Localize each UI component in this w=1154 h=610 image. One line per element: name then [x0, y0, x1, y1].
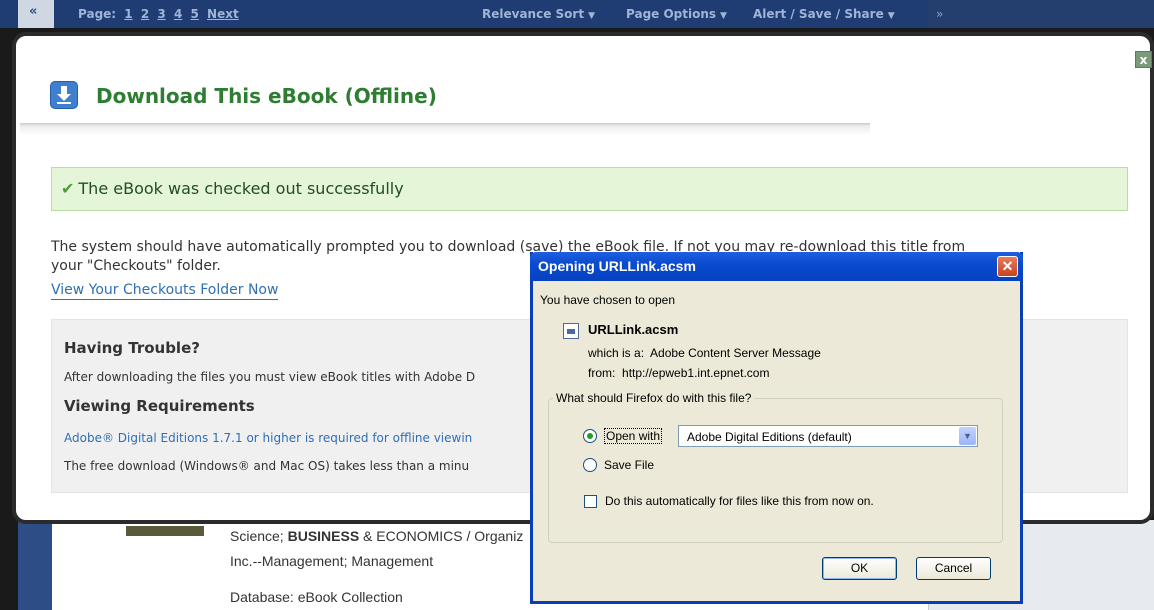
alert-save-share-menu[interactable]: Alert / Save / Share ▼: [753, 7, 895, 21]
dialog-title: Opening URLLink.acsm: [538, 258, 696, 274]
auto-action-label[interactable]: Do this automatically for files like thi…: [605, 494, 874, 508]
result-database: Database: eBook Collection: [230, 589, 403, 605]
save-file-radio[interactable]: [583, 458, 597, 472]
right-panel-header: »: [928, 0, 1154, 28]
ok-button[interactable]: OK: [822, 557, 897, 580]
next-page-link[interactable]: Next: [207, 7, 239, 21]
success-text: The eBook was checked out successfully: [78, 179, 404, 198]
close-icon[interactable]: ✕: [997, 256, 1018, 277]
page-options-label: Page Options: [626, 7, 717, 21]
open-with-label[interactable]: Open with: [604, 428, 663, 444]
page-link-4[interactable]: 4: [174, 7, 182, 21]
subjects-bold: BUSINESS: [287, 528, 360, 544]
dialog-titlebar[interactable]: Opening URLLink.acsm ✕: [530, 252, 1023, 281]
result-subjects-line2: Inc.--Management; Management: [230, 553, 434, 569]
open-with-app-value: Adobe Digital Editions (default): [687, 430, 852, 444]
checkmark-icon: ✔: [61, 179, 75, 198]
pagination: Page: 1 2 3 4 5 Next: [78, 7, 239, 21]
results-toolbar: « Page: 1 2 3 4 5 Next Relevance Sort ▼ P…: [0, 0, 1154, 28]
cancel-button[interactable]: Cancel: [916, 557, 991, 580]
file-type-value: Adobe Content Server Message: [650, 346, 821, 360]
having-trouble-text: After downloading the files you must vie…: [64, 370, 476, 384]
left-sidebar-strip: [18, 520, 52, 610]
chevron-down-icon: ▼: [887, 11, 895, 21]
chevron-down-icon: ▼: [588, 11, 595, 21]
file-source-row: from: http://epweb1.int.epnet.com: [588, 366, 769, 380]
page-options-menu[interactable]: Page Options ▼: [626, 7, 727, 21]
download-icon: [50, 81, 78, 109]
file-name: URLLink.acsm: [588, 322, 679, 337]
subjects-prefix: Science;: [230, 528, 288, 544]
from-label: from:: [588, 366, 616, 380]
open-with-app-select[interactable]: Adobe Digital Editions (default) ▼: [678, 425, 978, 447]
adobe-digital-editions-link[interactable]: Adobe® Digital Editions 1.7.1 or higher …: [64, 431, 472, 445]
action-question: What should Firefox do with this file?: [553, 391, 755, 405]
chevron-down-icon: ▼: [720, 11, 727, 21]
file-type-row: which is a: Adobe Content Server Message: [588, 346, 821, 360]
auto-action-checkbox[interactable]: [584, 495, 597, 508]
page-link-5[interactable]: 5: [190, 7, 198, 21]
collapse-left-button[interactable]: «: [18, 0, 54, 28]
subjects-rest: & ECONOMICS / Organiz: [359, 528, 524, 544]
file-source-value: http://epweb1.int.epnet.com: [622, 366, 770, 380]
file-icon: [563, 323, 579, 339]
result-subjects: Science; BUSINESS & ECONOMICS / Organiz: [230, 528, 523, 544]
modal-title: Download This eBook (Offline): [96, 84, 437, 108]
save-file-label[interactable]: Save File: [604, 458, 654, 472]
page-link-1[interactable]: 1: [124, 7, 132, 21]
which-is-label: which is a:: [588, 346, 645, 360]
having-trouble-heading: Having Trouble?: [64, 339, 200, 357]
viewing-requirements-heading: Viewing Requirements: [64, 397, 255, 415]
opening-file-dialog: Opening URLLink.acsm ✕ You have chosen t…: [530, 252, 1023, 604]
relevance-sort-label: Relevance Sort: [482, 7, 585, 21]
relevance-sort-menu[interactable]: Relevance Sort ▼: [482, 7, 595, 21]
open-with-text: Open with: [604, 428, 663, 444]
chevron-down-icon[interactable]: ▼: [959, 427, 976, 445]
free-download-text: The free download (Windows® and Mac OS) …: [64, 459, 470, 473]
view-checkouts-link[interactable]: View Your Checkouts Folder Now: [51, 282, 279, 300]
page-link-2[interactable]: 2: [141, 7, 149, 21]
alert-save-share-label: Alert / Save / Share: [753, 7, 884, 21]
close-icon[interactable]: x: [1135, 51, 1152, 68]
open-with-radio[interactable]: [583, 429, 597, 443]
book-cover-thumbnail[interactable]: [126, 526, 204, 536]
success-banner: ✔ The eBook was checked out successfully: [51, 167, 1128, 211]
dialog-intro: You have chosen to open: [540, 293, 676, 307]
expand-right-button[interactable]: »: [936, 7, 943, 21]
title-divider: [20, 123, 870, 135]
page-label: Page:: [78, 7, 117, 21]
page-link-3[interactable]: 3: [157, 7, 165, 21]
